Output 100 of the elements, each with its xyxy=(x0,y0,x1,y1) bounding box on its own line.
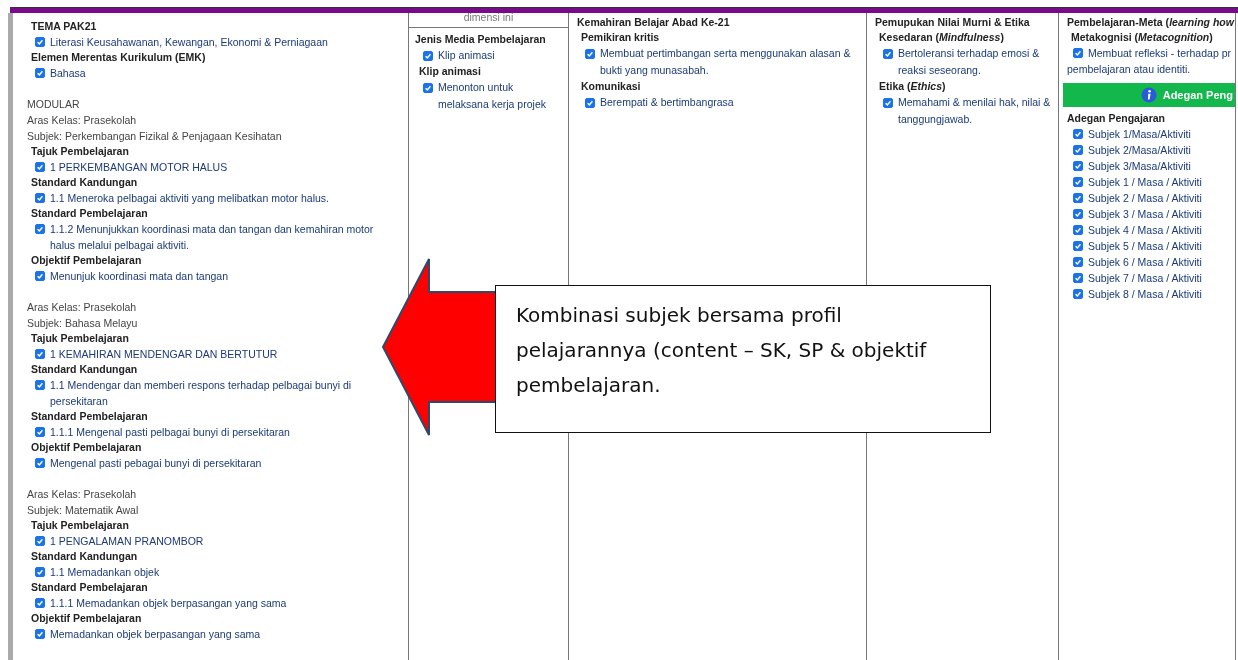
checkbox[interactable] xyxy=(1073,145,1083,155)
checkbox[interactable] xyxy=(35,224,45,234)
checkbox-label: Subjek 1/Masa/Aktiviti xyxy=(1088,127,1191,142)
section-heading: Etika (Ethics) xyxy=(878,79,947,94)
checkbox-label: Mengenal pasti pebagai bunyi di persekitaran xyxy=(50,456,262,471)
section-heading: Standard Kandungan xyxy=(30,549,139,564)
checkbox-label: 1.1.1 Mengenal pasti pelbagai bunyi di persekitaran xyxy=(50,425,290,440)
checkbox-label: Bahasa xyxy=(50,66,86,81)
checkbox[interactable] xyxy=(883,49,893,59)
checkbox-label: 1 PERKEMBANGAN MOTOR HALUS xyxy=(50,160,228,175)
section-heading: Elemen Merentas Kurikulum (EMK) xyxy=(30,50,207,65)
checkbox-label: Subjek 3 / Masa / Aktiviti xyxy=(1088,207,1202,222)
checkbox-label: Subjek 4 / Masa / Aktiviti xyxy=(1088,223,1202,238)
section-heading: Komunikasi xyxy=(580,79,642,94)
checkbox-label: 1.1 Meneroka pelbagai aktiviti yang melibatkan motor halus. xyxy=(50,191,329,206)
info-text: Aras Kelas: Prasekolah xyxy=(27,487,138,502)
section-heading: Tajuk Pembelajaran xyxy=(30,144,130,159)
checkbox-label: Menonton untuk melaksana kerja projek xyxy=(438,80,547,112)
checkbox[interactable] xyxy=(35,37,45,47)
checkbox[interactable] xyxy=(35,271,45,281)
section-heading: Standard Kandungan xyxy=(30,175,139,190)
section-title: Jenis Media Pembelajaran xyxy=(415,32,547,47)
checkbox[interactable] xyxy=(423,51,433,61)
checkbox[interactable] xyxy=(35,349,45,359)
checkbox-label: 1.1 Mendengar dan memberi respons terhadap pelbagai bunyi di persekitaran xyxy=(50,378,353,409)
checkbox[interactable] xyxy=(1073,177,1083,187)
checkbox[interactable] xyxy=(35,598,45,608)
checkbox[interactable] xyxy=(1073,193,1083,203)
checkbox-label: Subjek 7 / Masa / Aktiviti xyxy=(1088,271,1202,286)
info-text: MODULAR xyxy=(27,97,81,112)
section-heading: Metakognisi (Metacognition) xyxy=(1070,30,1214,45)
callout-text: Kombinasi subjek bersama profil pelajarannya (content – SK, SP & objektif pembelajaran. xyxy=(495,285,991,433)
checkbox[interactable] xyxy=(1073,161,1083,171)
checkbox-label: Subjek 1 / Masa / Aktiviti xyxy=(1088,175,1202,190)
checkbox[interactable] xyxy=(585,49,595,59)
column-note: dimensi ini xyxy=(409,13,568,28)
checkbox[interactable] xyxy=(35,427,45,437)
info-text: Subjek: Perkembangan Fizikal & Penjagaan Kesihatan xyxy=(27,129,283,144)
section-heading: Objektif Pembelajaran xyxy=(30,611,143,626)
section-heading: Objektif Pembelajaran xyxy=(30,440,143,455)
checkbox[interactable] xyxy=(35,458,45,468)
checkbox-label: 1.1 Memadankan objek xyxy=(50,565,160,580)
section-title: Adegan Pengajaran xyxy=(1067,111,1167,126)
info-text: Aras Kelas: Prasekolah xyxy=(27,113,138,128)
section-heading: Standard Kandungan xyxy=(30,362,139,377)
checkbox-label: Memahami & menilai hak, nilai & tanggungjawab. xyxy=(898,95,1052,127)
checkbox[interactable] xyxy=(1073,209,1083,219)
checkbox[interactable] xyxy=(585,98,595,108)
checkbox[interactable] xyxy=(1073,225,1083,235)
section-heading: Tajuk Pembelajaran xyxy=(30,518,130,533)
checkbox[interactable] xyxy=(35,380,45,390)
checkbox-label: Membuat pertimbangan serta menggunakan alasan & bukti yang munasabah. xyxy=(600,46,852,78)
checkbox[interactable] xyxy=(35,567,45,577)
checkbox-label: Berempati & bertimbangrasa xyxy=(600,95,734,110)
checkbox-label: 1 KEMAHIRAN MENDENGAR DAN BERTUTUR xyxy=(50,347,278,362)
section-title: Kemahiran Belajar Abad Ke-21 xyxy=(577,15,731,30)
section-heading: Klip animasi xyxy=(418,64,482,79)
section-title: Pemupukan Nilai Murni & Etika xyxy=(875,15,1031,30)
info-icon xyxy=(1140,87,1157,103)
checkbox[interactable] xyxy=(883,98,893,108)
info-text: Aras Kelas: Prasekolah xyxy=(27,300,138,315)
checkbox-label: 1.1.2 Menunjukkan koordinasi mata dan tangan dan kemahiran motor halus melalui pelbagai aktiviti. xyxy=(50,222,375,253)
info-text: Subjek: Matematik Awal xyxy=(27,503,140,518)
checkbox-label: Subjek 2 / Masa / Aktiviti xyxy=(1088,191,1202,206)
info-text: Subjek: Bahasa Melayu xyxy=(27,316,139,331)
info-text: pembelajaran atau identiti. xyxy=(1067,62,1192,77)
checkbox[interactable] xyxy=(1073,257,1083,267)
checkbox[interactable] xyxy=(423,83,433,93)
checkbox[interactable] xyxy=(35,193,45,203)
checkbox-label: 1 PENGALAMAN PRANOMBOR xyxy=(50,534,204,549)
section-heading: Standard Pembelajaran xyxy=(30,409,149,424)
checkbox-label: Membuat refleksi - terhadap pr xyxy=(1088,46,1231,61)
section-heading: Objektif Pembelajaran xyxy=(30,253,143,268)
info-banner[interactable]: Adegan Peng xyxy=(1063,83,1235,107)
checkbox-label: Subjek 3/Masa/Aktiviti xyxy=(1088,159,1191,174)
checkbox-label: Memadankan objek berpasangan yang sama xyxy=(50,627,261,642)
section-heading: Pemikiran kritis xyxy=(580,30,661,45)
checkbox[interactable] xyxy=(1073,241,1083,251)
checkbox-label: Klip animasi xyxy=(438,48,495,63)
checkbox-label: Bertoleransi terhadap emosi & reaksi seseorang. xyxy=(898,46,1041,78)
checkbox-label: Subjek 5 / Masa / Aktiviti xyxy=(1088,239,1202,254)
checkbox[interactable] xyxy=(35,162,45,172)
checkbox[interactable] xyxy=(35,68,45,78)
checkbox[interactable] xyxy=(1073,48,1083,58)
checkbox-label: Subjek 2/Masa/Aktiviti xyxy=(1088,143,1191,158)
checkbox[interactable] xyxy=(1073,289,1083,299)
section-heading: Standard Pembelajaran xyxy=(30,206,149,221)
section-heading: Kesedaran (Mindfulness) xyxy=(878,30,1005,45)
checkbox-label: Literasi Keusahawanan, Kewangan, Ekonomi & Perniagaan xyxy=(50,35,328,50)
checkbox-label: Menunjuk koordinasi mata dan tangan xyxy=(50,269,229,284)
section-heading: TEMA PAK21 xyxy=(30,19,98,34)
checkbox[interactable] xyxy=(35,629,45,639)
section-heading: Standard Pembelajaran xyxy=(30,580,149,595)
checkbox[interactable] xyxy=(1073,129,1083,139)
checkbox[interactable] xyxy=(1073,273,1083,283)
checkbox[interactable] xyxy=(35,536,45,546)
checkbox-label: Subjek 8 / Masa / Aktiviti xyxy=(1088,287,1202,302)
section-heading: Tajuk Pembelajaran xyxy=(30,331,130,346)
checkbox-label: 1.1.1 Memadankan objek berpasangan yang sama xyxy=(50,596,287,611)
checkbox-label: Subjek 6 / Masa / Aktiviti xyxy=(1088,255,1202,270)
